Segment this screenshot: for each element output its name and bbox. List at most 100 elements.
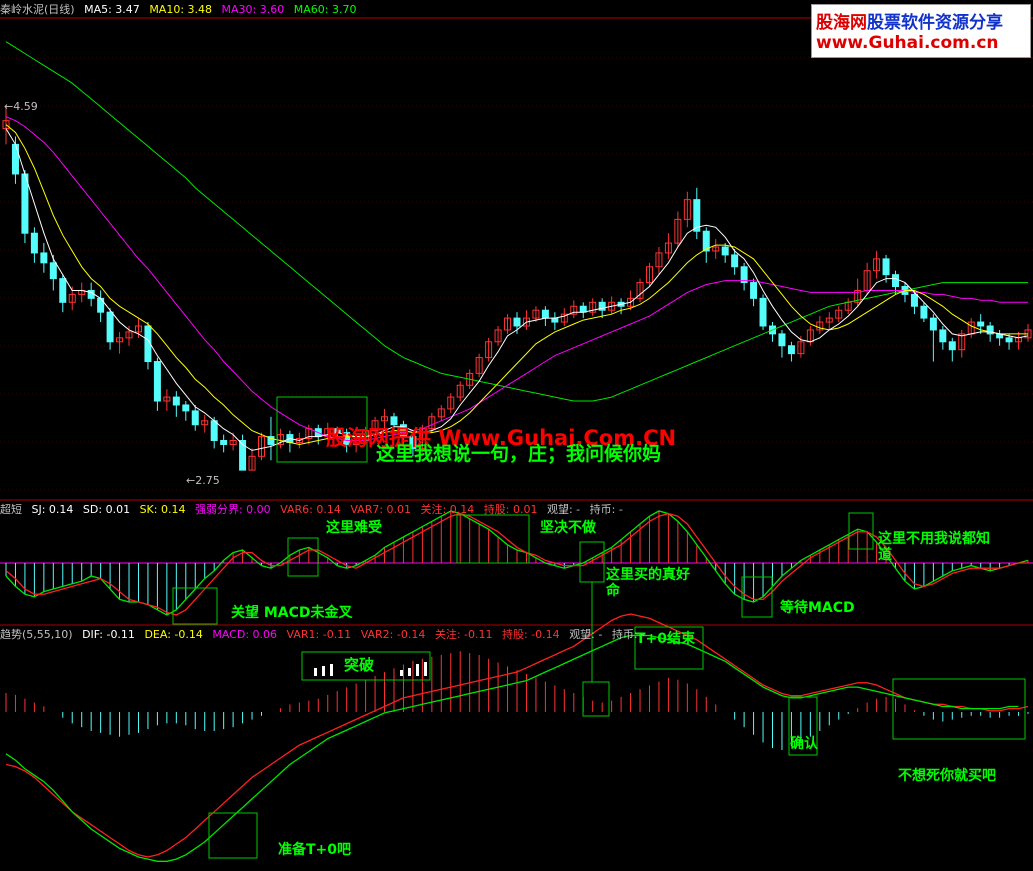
breakout-mini-bar <box>416 664 419 676</box>
annotation-jianjue: 坚决不做 <box>540 519 597 536</box>
annotation-labels: ←4.59←2.75股海网提供 Www.Guhai.Com.CN这里我想说一句，… <box>4 100 996 858</box>
dea-value: DEA: -0.14 <box>144 628 203 641</box>
candle-body <box>778 333 786 347</box>
candle-body <box>172 396 180 406</box>
indicator-name: 超短 <box>0 503 22 516</box>
breakout-mini-bar <box>400 670 403 676</box>
price-low-mark: ←2.75 <box>186 474 220 487</box>
candle-body <box>191 410 199 426</box>
breakout-mini-bar <box>330 664 333 676</box>
candle-body <box>882 258 890 276</box>
candle-body <box>929 317 937 331</box>
ma30-value: MA30: 3.60 <box>221 3 285 16</box>
candle-body <box>40 252 48 264</box>
macd-bars <box>5 651 1029 750</box>
guanwang-value: 观望: - <box>569 628 603 641</box>
dif-value: DIF: -0.11 <box>82 628 135 641</box>
candle-body <box>977 321 985 327</box>
stock-name: 秦岭水泥(日线) <box>0 3 75 16</box>
candle-body <box>30 232 38 254</box>
annotation-tupo: 突破 <box>344 656 374 674</box>
ma60-line <box>5 41 1028 402</box>
candle-body <box>910 293 918 307</box>
annotation-guanwang: 关望 MACD未金叉 <box>231 604 354 621</box>
annotation-queren: 确认 <box>790 735 819 752</box>
chigu-value: 持股: 0.01 <box>483 503 538 516</box>
var6-value: VAR6: 0.14 <box>280 503 341 516</box>
chibi-value: 持币: - <box>589 503 623 516</box>
candle-body <box>220 440 228 445</box>
macd-value: MACD: 0.06 <box>212 628 278 641</box>
indicator-name: 趋势(5,55,10) <box>0 628 73 641</box>
breakout-mini-bar <box>424 662 427 676</box>
annotation-zhunbei: 准备T+0吧 <box>278 841 351 858</box>
annotation-nanshou: 这里难受 <box>326 519 382 536</box>
candle-body <box>153 361 161 402</box>
mid-header: 超短 SJ: 0.14 SD: 0.01 SK: 0.14 强弱分界: 0.00… <box>0 502 629 518</box>
var2-value: VAR2: -0.14 <box>360 628 426 641</box>
breakout-mini-bar <box>408 668 411 676</box>
candle-body <box>759 297 767 327</box>
var1-value: VAR1: -0.11 <box>286 628 352 641</box>
candle-body <box>892 274 900 288</box>
chart-canvas: ←4.59←2.75股海网提供 Www.Guhai.Com.CN这里我想说一句，… <box>0 17 1033 862</box>
candle-body <box>210 420 218 442</box>
ma60-value: MA60: 3.70 <box>293 3 357 16</box>
site-logo[interactable]: 股海网股票软件资源分享 www.Guhai.com.cn <box>811 4 1031 58</box>
candle-body <box>106 311 114 343</box>
logo-tagline: 股票软件资源分享 <box>867 13 1003 33</box>
annotation-box <box>582 681 610 717</box>
annotation-maidehao-1: 这里买的真好 <box>606 566 690 583</box>
dea-line <box>5 634 1019 862</box>
annotation-box <box>741 576 773 618</box>
annotation-buzhidao-2: 道 <box>878 546 892 563</box>
price-high-mark: ←4.59 <box>4 100 38 113</box>
candle-body <box>49 262 57 280</box>
candle-body <box>731 254 739 268</box>
candle-body <box>513 317 521 327</box>
annotation-box <box>579 541 605 583</box>
candle-body <box>182 404 190 412</box>
guanwang-value: 观望: - <box>546 503 581 516</box>
main-header: 秦岭水泥(日线) MA5: 3.47 MA10: 3.48 MA30: 3.60… <box>0 2 362 18</box>
ma5-line <box>5 128 1029 451</box>
candlestick-series <box>2 106 1032 471</box>
candle-body <box>541 309 549 319</box>
dif-line <box>5 613 1029 858</box>
annotation-buzhidao-1: 这里不用我说都知 <box>878 530 990 547</box>
sd-value: SD: 0.01 <box>82 503 131 516</box>
annotation-box <box>287 537 319 577</box>
guanzhu-value: 关注: 0.14 <box>420 503 475 516</box>
candle-body <box>11 143 19 175</box>
candle-body <box>21 173 29 234</box>
candle-body <box>787 345 795 355</box>
candle-body <box>920 305 928 319</box>
logo-brand: 股海网 <box>816 13 867 33</box>
candle-body <box>721 246 729 256</box>
annotation-main: 这里我想说一句，庄；我问候你妈 <box>376 442 661 465</box>
candle-body <box>59 278 67 303</box>
candle-body <box>1005 337 1013 343</box>
dif-dea-lines <box>5 613 1029 862</box>
qrfj-value: 强弱分界: 0.00 <box>194 503 271 516</box>
sj-value: SJ: 0.14 <box>31 503 74 516</box>
var7-value: VAR7: 0.01 <box>350 503 412 516</box>
annotation-box <box>456 514 530 564</box>
sd-line <box>5 512 1028 616</box>
annotation-box <box>208 812 258 859</box>
chibi-value: 持币: - <box>611 628 646 641</box>
ma5-value: MA5: 3.47 <box>84 3 140 16</box>
logo-line1: 股海网股票软件资源分享 <box>816 8 1003 33</box>
candle-body <box>551 317 559 323</box>
candle-body <box>939 329 947 343</box>
annotation-dengdai: 等待MACD <box>780 599 855 616</box>
logo-url: www.Guhai.com.cn <box>816 33 999 53</box>
candle-body <box>948 341 956 351</box>
chigu-value: 持股: -0.14 <box>502 628 560 641</box>
breakout-mini-bar <box>322 666 325 676</box>
guanzhu-value: 关注: -0.11 <box>434 628 493 641</box>
candle-body <box>750 282 758 299</box>
sk-value: SK: 0.14 <box>139 503 186 516</box>
annotation-maidehao-2: 命 <box>605 582 621 599</box>
bottom-header: 趋势(5,55,10) DIF: -0.11 DEA: -0.14 MACD: … <box>0 627 651 643</box>
